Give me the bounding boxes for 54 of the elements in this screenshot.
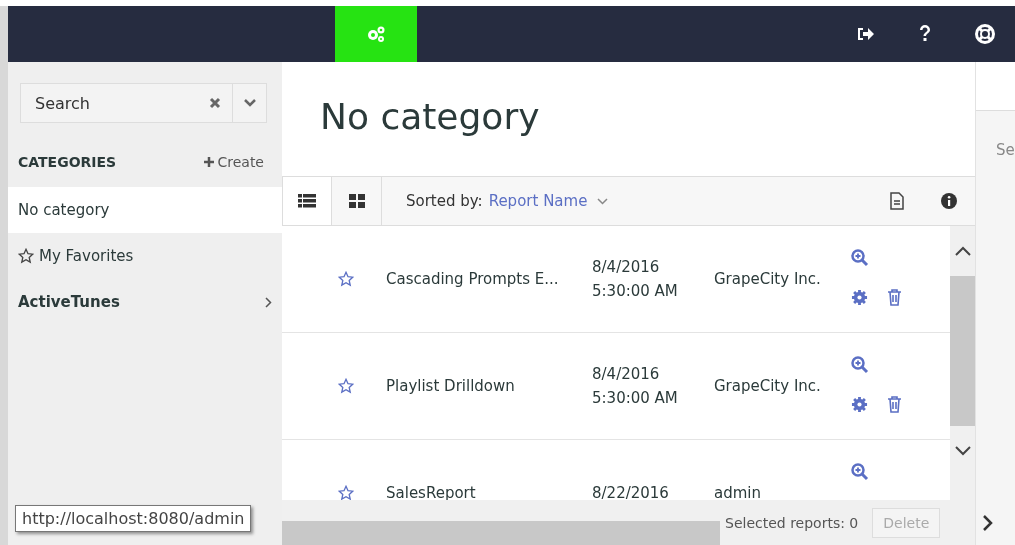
settings-icon — [851, 396, 868, 413]
report-author: admin — [714, 484, 762, 500]
trash-icon — [887, 289, 902, 306]
list-icon — [298, 194, 316, 208]
selected-count: Selected reports: 0 — [725, 514, 859, 531]
preview-button[interactable] — [851, 356, 871, 376]
sort-dropdown[interactable]: Report Name — [488, 192, 609, 210]
categories-heading: CATEGORIES — [18, 154, 117, 170]
chevron-down-icon — [243, 99, 256, 107]
report-author: GrapeCity Inc. — [714, 270, 822, 288]
document-icon — [890, 192, 904, 210]
close-icon — [209, 97, 221, 109]
zoom-in-icon — [851, 463, 869, 481]
report-name[interactable]: Playlist Drilldown — [386, 377, 592, 395]
category-item[interactable]: ActiveTunes — [8, 279, 282, 325]
chevron-down-icon — [954, 446, 971, 456]
lifebuoy-icon — [974, 23, 996, 45]
star-icon[interactable] — [18, 248, 34, 264]
search-input[interactable]: Search — [21, 92, 198, 114]
preview-button[interactable] — [851, 463, 871, 483]
report-name[interactable]: Cascading Prompts E... — [386, 270, 592, 288]
report-author: GrapeCity Inc. — [714, 377, 822, 395]
report-date: 8/4/2016 5:30:00 AM — [592, 364, 679, 409]
info-icon — [941, 193, 957, 209]
report-date: 8/4/2016 5:30:00 AM — [592, 257, 679, 302]
star-icon[interactable] — [338, 485, 354, 500]
list-view-button[interactable] — [282, 177, 332, 225]
logout-icon — [856, 26, 874, 42]
zoom-in-icon — [851, 356, 869, 374]
category-item[interactable]: No category — [8, 187, 282, 233]
zoom-in-icon — [851, 249, 869, 267]
gears-icon — [366, 25, 386, 43]
plus-icon — [204, 157, 215, 167]
star-icon[interactable] — [338, 378, 354, 394]
trash-icon — [887, 396, 902, 413]
question-icon — [919, 25, 931, 43]
url-tooltip: http://localhost:8080/admin — [15, 505, 252, 532]
page-title: No category — [319, 95, 541, 139]
category-item[interactable]: My Favorites — [8, 233, 282, 279]
search-field[interactable]: Search — [20, 83, 267, 123]
star-icon[interactable] — [338, 271, 354, 287]
scrollbar-thumb[interactable] — [950, 276, 975, 426]
panel-label: Se — [995, 140, 1015, 159]
report-date: 8/22/2016 — [592, 483, 670, 500]
sort-label: Sorted by: — [406, 192, 483, 210]
grid-icon — [348, 194, 365, 208]
chevron-down-icon — [597, 197, 609, 205]
settings-icon — [851, 289, 868, 306]
chevron-right-icon — [982, 513, 994, 532]
chevron-right-icon — [265, 296, 272, 308]
horizontal-scrollbar[interactable] — [282, 521, 720, 545]
chevron-up-icon — [954, 246, 971, 256]
create-button[interactable]: Create — [204, 154, 264, 170]
preview-button[interactable] — [851, 249, 871, 269]
